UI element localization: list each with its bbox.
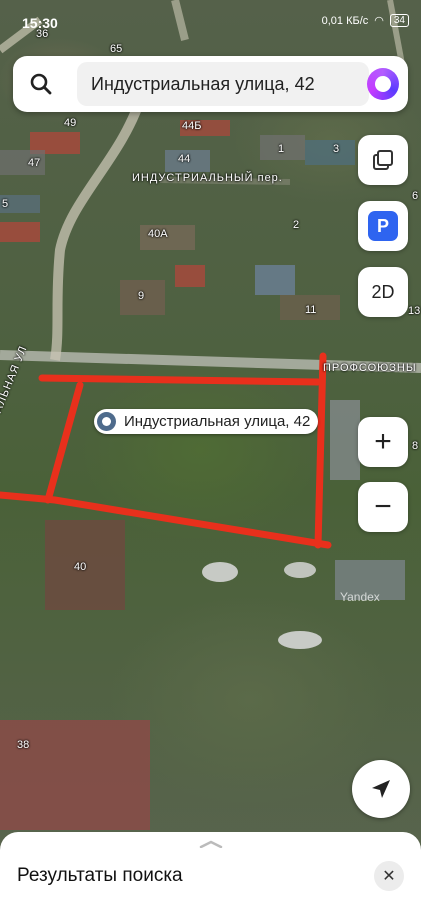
house-label: 40А xyxy=(148,228,168,240)
house-label: 44Б xyxy=(182,120,202,132)
voice-assistant-icon[interactable] xyxy=(367,68,399,100)
house-label: 6 xyxy=(412,190,419,202)
status-bar: 15:30 0,01 КБ/с ◠ 34 xyxy=(0,0,421,48)
view-mode-button[interactable]: 2D xyxy=(358,267,408,317)
pin-icon xyxy=(97,412,116,431)
house-label: 44 xyxy=(178,153,191,165)
close-button[interactable]: ✕ xyxy=(374,861,404,891)
location-pin[interactable]: Индустриальная улица, 42 xyxy=(94,409,319,434)
search-icon[interactable] xyxy=(27,70,55,98)
house-label: 8 xyxy=(412,440,419,452)
house-label: 38 xyxy=(17,739,30,751)
house-label: 2 xyxy=(293,219,300,231)
my-location-button[interactable] xyxy=(352,760,410,818)
house-label: 40 xyxy=(74,561,87,573)
parking-icon: P xyxy=(368,211,398,241)
house-label: 1 xyxy=(278,143,285,155)
search-query: Индустриальная улица, 42 xyxy=(91,74,315,94)
map-watermark: Yandex xyxy=(340,590,380,604)
zoom-out-button[interactable]: − xyxy=(358,482,408,532)
house-label: 3 xyxy=(333,143,340,155)
plot-boundary xyxy=(0,352,332,549)
wifi-icon: ◠ xyxy=(374,15,384,27)
house-label: 5 xyxy=(2,198,9,210)
status-icons: 0,01 КБ/с ◠ 34 xyxy=(322,14,409,27)
layers-icon xyxy=(373,150,393,170)
house-label: 9 xyxy=(138,290,145,302)
house-label: 47 xyxy=(28,157,41,169)
search-results-sheet[interactable]: Результаты поиска ✕ xyxy=(0,832,421,900)
sheet-title: Результаты поиска xyxy=(17,865,183,886)
house-label: 49 xyxy=(64,117,77,129)
street-label: ПРОФСОЮЗНЫ xyxy=(323,362,417,374)
parking-button[interactable]: P xyxy=(358,201,408,251)
search-input[interactable]: Индустриальная улица, 42 xyxy=(77,62,369,106)
house-label: 11 xyxy=(305,304,317,316)
street-label: ИНДУСТРИАЛЬНЫЙ пер. xyxy=(132,172,283,184)
battery-icon: 34 xyxy=(389,14,409,27)
network-speed: 0,01 КБ/с xyxy=(321,14,369,27)
status-time: 15:30 xyxy=(22,15,58,31)
search-bar: Индустриальная улица, 42 xyxy=(13,56,408,112)
navigation-arrow-icon xyxy=(372,780,390,798)
pin-label: Индустриальная улица, 42 xyxy=(124,413,311,430)
layers-button[interactable] xyxy=(358,135,408,185)
chevron-up-icon[interactable] xyxy=(199,840,223,848)
house-label: 13 xyxy=(408,305,421,317)
zoom-in-button[interactable]: + xyxy=(358,417,408,467)
